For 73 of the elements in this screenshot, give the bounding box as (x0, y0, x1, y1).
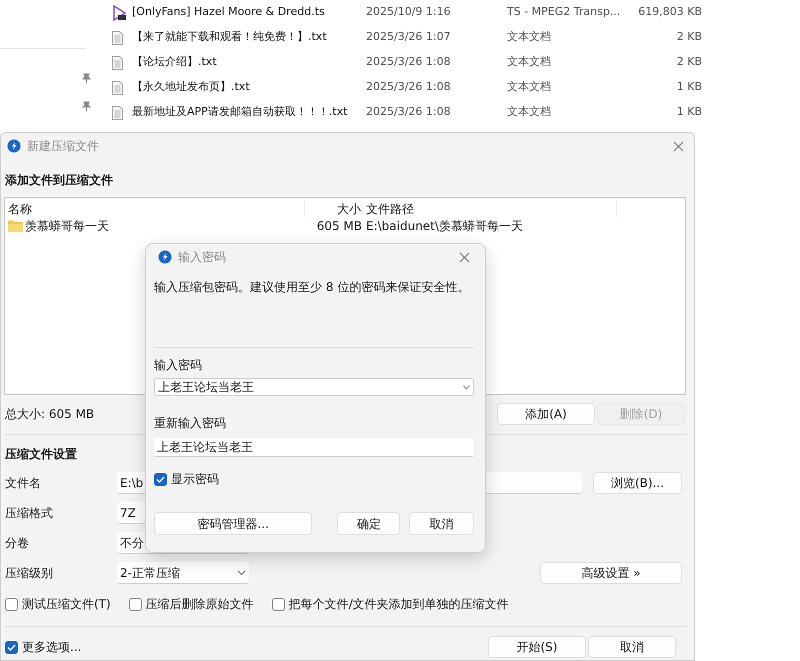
column-header[interactable]: 大小 (305, 200, 362, 218)
cancel-button[interactable]: 取消 (588, 636, 676, 658)
file-name[interactable]: [OnlyFans] Hazel Moore & Dredd.ts (132, 4, 366, 21)
file-size: 1 KB (676, 104, 702, 120)
option-label[interactable]: 更多选项... (22, 638, 82, 656)
chevron-down-icon (237, 570, 246, 576)
option-label[interactable]: 显示密码 (171, 470, 219, 488)
field-label: 压缩格式 (4, 505, 54, 522)
window-title: 新建压缩文件 (27, 138, 99, 155)
chevron-down-icon (463, 384, 470, 390)
video-file-icon (112, 4, 126, 20)
close-icon (458, 250, 470, 264)
file-type: TS - MPEG2 Transp... (507, 4, 622, 20)
file-date: 2025/3/26 1:08 (366, 104, 452, 120)
file-size: 605 MB (316, 218, 362, 234)
column-header[interactable]: 文件路径 (362, 200, 617, 218)
password-field[interactable]: 上老王论坛当老王 (154, 438, 474, 457)
text-file-icon (112, 80, 123, 94)
checkbox[interactable] (272, 598, 285, 610)
column-header[interactable]: 名称 (5, 200, 305, 218)
file-type: 文本文档 (507, 104, 552, 120)
file-type: 文本文档 (507, 54, 552, 70)
pin-icon (81, 101, 91, 111)
file-date: 2025/3/26 1:07 (366, 29, 452, 46)
password-manager-button[interactable]: 密码管理器... (154, 512, 312, 535)
field-label: 输入密码 (154, 357, 203, 374)
app-icon (7, 139, 21, 153)
advanced-settings-button[interactable]: 高级设置 » (540, 562, 682, 584)
app-icon (158, 250, 172, 264)
folder-icon (8, 220, 23, 232)
section-heading: 压缩文件设置 (5, 447, 77, 461)
file-name[interactable]: 【来了就能下载和观看！纯免费！】.txt (132, 29, 366, 46)
option-label[interactable]: 把每个文件/文件夹添加到单独的压缩文件 (288, 595, 509, 613)
field-label: 文件名 (4, 475, 42, 492)
field-label: 压缩级别 (4, 565, 54, 582)
section-heading: 添加文件到压缩文件 (5, 173, 113, 187)
checkbox[interactable] (5, 640, 18, 654)
close-icon (672, 140, 684, 152)
password-combo-field[interactable]: 上老王论坛当老王 (154, 378, 474, 396)
checkbox[interactable] (128, 598, 142, 610)
total-size: 总大小: 605 MB (5, 407, 94, 421)
file-size: 2 KB (676, 29, 702, 46)
field-label: 重新输入密码 (154, 415, 227, 432)
text-file-icon (112, 106, 123, 120)
file-date: 2025/10/9 1:16 (366, 4, 452, 20)
window-title: 输入密码 (178, 249, 226, 266)
file-type: 文本文档 (507, 79, 552, 96)
option-label[interactable]: 压缩后删除原始文件 (146, 595, 254, 613)
file-size: 619,803 KB (637, 4, 702, 20)
ok-button[interactable]: 确定 (337, 512, 400, 535)
file-size: 2 KB (676, 54, 702, 70)
checkbox[interactable] (5, 598, 18, 610)
text-file-icon (112, 30, 123, 44)
option-label[interactable]: 测试压缩文件(T) (22, 595, 111, 613)
cancel-button[interactable]: 取消 (409, 512, 474, 535)
field-label: 分卷 (4, 535, 30, 552)
list-button[interactable]: 添加(A) (497, 403, 595, 425)
text-file-icon (112, 56, 123, 70)
checkbox[interactable] (154, 472, 167, 486)
file-name[interactable]: 【永久地址发布页】.txt (132, 79, 366, 96)
file-size: 1 KB (676, 79, 702, 96)
file-type: 文本文档 (507, 29, 552, 46)
instruction-text: 输入压缩包密码。建议使用至少 8 位的密码来保证安全性。 (154, 279, 470, 296)
browse-button[interactable]: 浏览(B)... (593, 472, 682, 494)
file-name[interactable]: 最新地址及APP请发邮箱自动获取！！！.txt (132, 104, 366, 121)
dropdown-field[interactable]: 2-正常压缩 (117, 562, 249, 584)
pin-icon (81, 73, 91, 83)
file-name[interactable]: 【论坛介绍】.txt (132, 54, 366, 71)
file-path: E:\baidunet\羡慕蟒哥每一天 (365, 218, 524, 234)
file-date: 2025/3/26 1:08 (366, 79, 452, 96)
file-name[interactable]: 羡慕蟒哥每一天 (25, 216, 109, 234)
file-date: 2025/3/26 1:08 (366, 54, 452, 70)
start-button[interactable]: 开始(S) (488, 636, 586, 658)
